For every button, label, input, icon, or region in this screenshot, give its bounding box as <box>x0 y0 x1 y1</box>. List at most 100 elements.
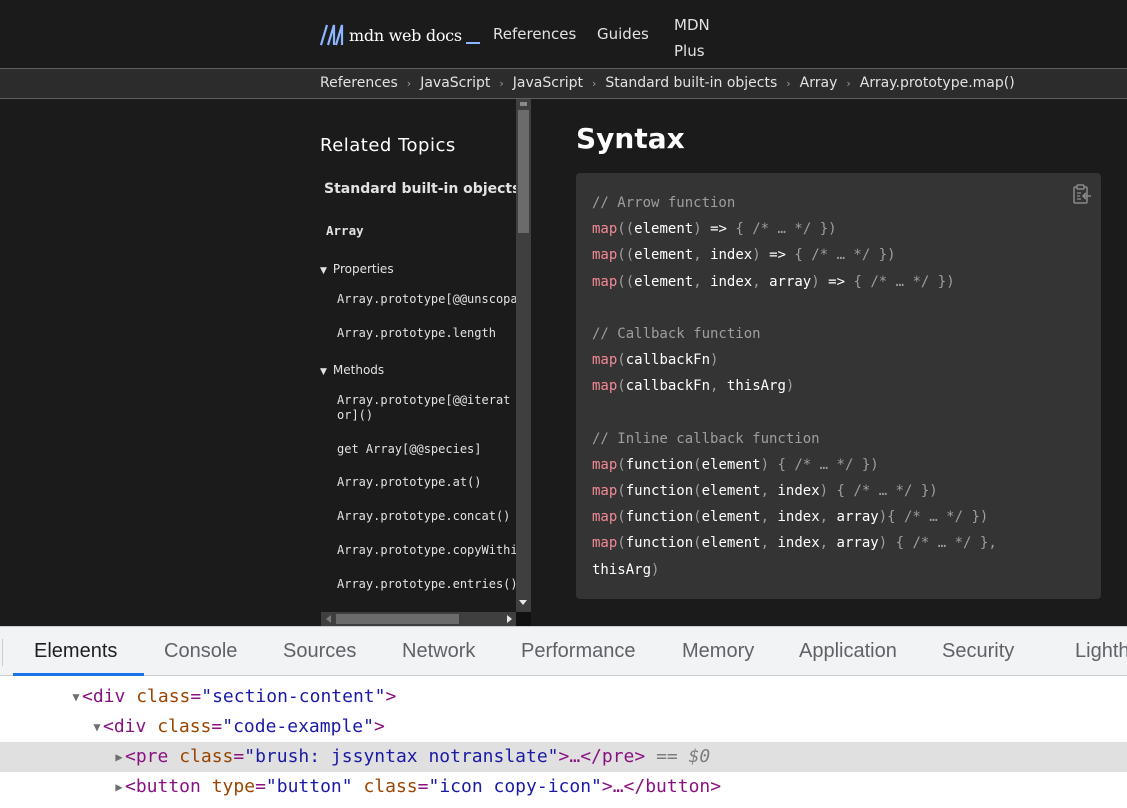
code-method: map <box>592 273 618 290</box>
breadcrumb-array[interactable]: Array <box>800 75 838 91</box>
tab-memory[interactable]: Memory <box>682 640 754 663</box>
scroll-down-arrow-icon[interactable] <box>519 600 527 605</box>
code-punctuation: ( <box>617 509 626 526</box>
sidebar-horizontal-scrollbar[interactable] <box>321 612 516 626</box>
code-punctuation: ) <box>979 509 989 526</box>
code-punctuation: ( <box>625 221 635 238</box>
breadcrumb-references[interactable]: References <box>320 75 398 91</box>
code-comment: // Inline callback function <box>592 430 820 447</box>
code-comment: /* … */ <box>912 535 972 552</box>
code-punctuation: , <box>760 535 770 552</box>
logo-underscore <box>465 42 480 44</box>
sidebar-group-methods[interactable]: ▼ Methods <box>320 363 384 377</box>
breadcrumb-javascript[interactable]: JavaScript <box>420 75 490 91</box>
sidebar-item[interactable]: Array.prototype[@@unscopables] <box>337 292 516 307</box>
expand-triangle-right-icon[interactable]: ▶ <box>113 742 125 772</box>
sidebar-vertical-scrollbar[interactable] <box>516 99 531 612</box>
sidebar-item[interactable]: Array.prototype[@@iterator]() <box>337 393 516 423</box>
mdn-logo[interactable]: mdn web docs <box>320 22 480 48</box>
breadcrumb-current-page[interactable]: Array.prototype.map() <box>860 75 1015 91</box>
code-identifier: function <box>625 535 694 552</box>
code-punctuation: , <box>760 483 770 500</box>
code-identifier: element <box>634 221 694 238</box>
code-punctuation: , <box>760 509 770 526</box>
code-comment: // Arrow function <box>592 195 736 211</box>
sidebar-item[interactable]: Array.prototype.concat() <box>337 509 510 524</box>
tab-application[interactable]: Application <box>799 640 897 663</box>
sidebar-title: Related Topics <box>320 135 456 156</box>
scroll-left-arrow-icon[interactable] <box>326 615 331 623</box>
scrollbar-thumb[interactable] <box>518 110 529 233</box>
code-punctuation: { <box>735 221 744 238</box>
code-line: map((element, index) => { /* … */ }) <box>592 242 997 268</box>
selected-marker: == <box>656 746 678 767</box>
tab-performance[interactable]: Performance <box>521 640 636 663</box>
code-punctuation: ( <box>693 535 702 552</box>
code-identifier: thisArg <box>592 561 652 578</box>
code-method: map <box>592 352 618 369</box>
dom-tree-node[interactable]: ▼ <div class="section-content"> <box>0 682 1127 712</box>
tab-elements[interactable]: Elements <box>34 640 117 663</box>
tab-sources[interactable]: Sources <box>283 640 356 663</box>
code-punctuation: , <box>819 535 829 552</box>
code-line: map(function(element, index, array){ /* … <box>592 504 997 530</box>
sidebar-section-link[interactable]: Standard built-in objects <box>324 181 516 197</box>
breadcrumb-javascript-2[interactable]: JavaScript <box>513 75 583 91</box>
tab-network[interactable]: Network <box>402 640 475 663</box>
attr-value: "icon copy-icon" <box>428 776 602 797</box>
sidebar-item[interactable]: Array.prototype.length <box>337 326 496 341</box>
code-punctuation: ) <box>752 247 761 264</box>
sidebar-item[interactable]: Array.prototype.entries() <box>337 577 516 592</box>
tab-security[interactable]: Security <box>942 640 1014 663</box>
code-punctuation: ( <box>617 535 626 552</box>
code-line: map(function(element, index) { /* … */ }… <box>592 478 997 504</box>
sidebar-item[interactable]: Array.prototype.at() <box>337 475 482 490</box>
nav-guides[interactable]: Guides <box>597 25 649 43</box>
code-punctuation: , <box>693 273 702 290</box>
dom-tree-node[interactable]: ▼ <div class="code-example"> <box>0 712 1127 742</box>
sidebar-object-link[interactable]: Array <box>326 223 364 238</box>
nav-references[interactable]: References <box>493 25 576 43</box>
code-punctuation: ) <box>946 273 955 290</box>
copy-button[interactable] <box>1072 183 1092 205</box>
code-identifier: element <box>634 273 694 290</box>
dom-tree-node[interactable]: ▶ <pre class="brush: jssyntax notranslate… <box>0 742 1127 772</box>
sidebar-item[interactable]: get Array[@@species] <box>337 442 482 457</box>
code-block: // Arrow function map((element) => { /* …… <box>592 190 997 583</box>
expand-triangle-down-icon[interactable]: ▼ <box>70 682 82 712</box>
code-line: map(callbackFn, thisArg) <box>592 373 997 399</box>
tab-console[interactable]: Console <box>164 640 237 663</box>
code-punctuation: , <box>988 535 997 552</box>
selected-ref: $0 <box>688 746 711 767</box>
sidebar-group-properties[interactable]: ▼ Properties <box>320 262 394 276</box>
code-punctuation: , <box>752 273 761 290</box>
code-identifier: element <box>701 456 761 473</box>
code-punctuation: ( <box>693 456 702 473</box>
nav-mdn-plus[interactable]: MDN Plus <box>674 12 714 64</box>
tag-name: <div <box>103 716 147 737</box>
breadcrumb-standard-objects[interactable]: Standard built-in objects <box>605 75 777 91</box>
expand-triangle-down-icon[interactable]: ▼ <box>91 712 103 742</box>
scroll-right-arrow-icon[interactable] <box>507 615 512 623</box>
dom-tree-node[interactable]: ▶ <button type="button" class="icon copy-… <box>0 772 1127 802</box>
attr-eq: = <box>417 776 429 797</box>
code-punctuation: = <box>710 221 719 238</box>
code-punctuation: ) <box>811 273 820 290</box>
scrollbar-thumb[interactable] <box>336 614 459 624</box>
tab-lighthouse[interactable]: Lighthouse <box>1075 640 1127 663</box>
expand-triangle-right-icon[interactable]: ▶ <box>113 772 125 802</box>
devtools-tab-bar: Elements Console Sources Network Perform… <box>0 627 1127 676</box>
scroll-up-arrow-icon[interactable] <box>520 102 527 106</box>
sidebar-item[interactable]: Array.prototype.copyWithin() <box>337 543 516 558</box>
attr-name: type <box>211 776 256 797</box>
code-identifier: index <box>710 273 753 290</box>
